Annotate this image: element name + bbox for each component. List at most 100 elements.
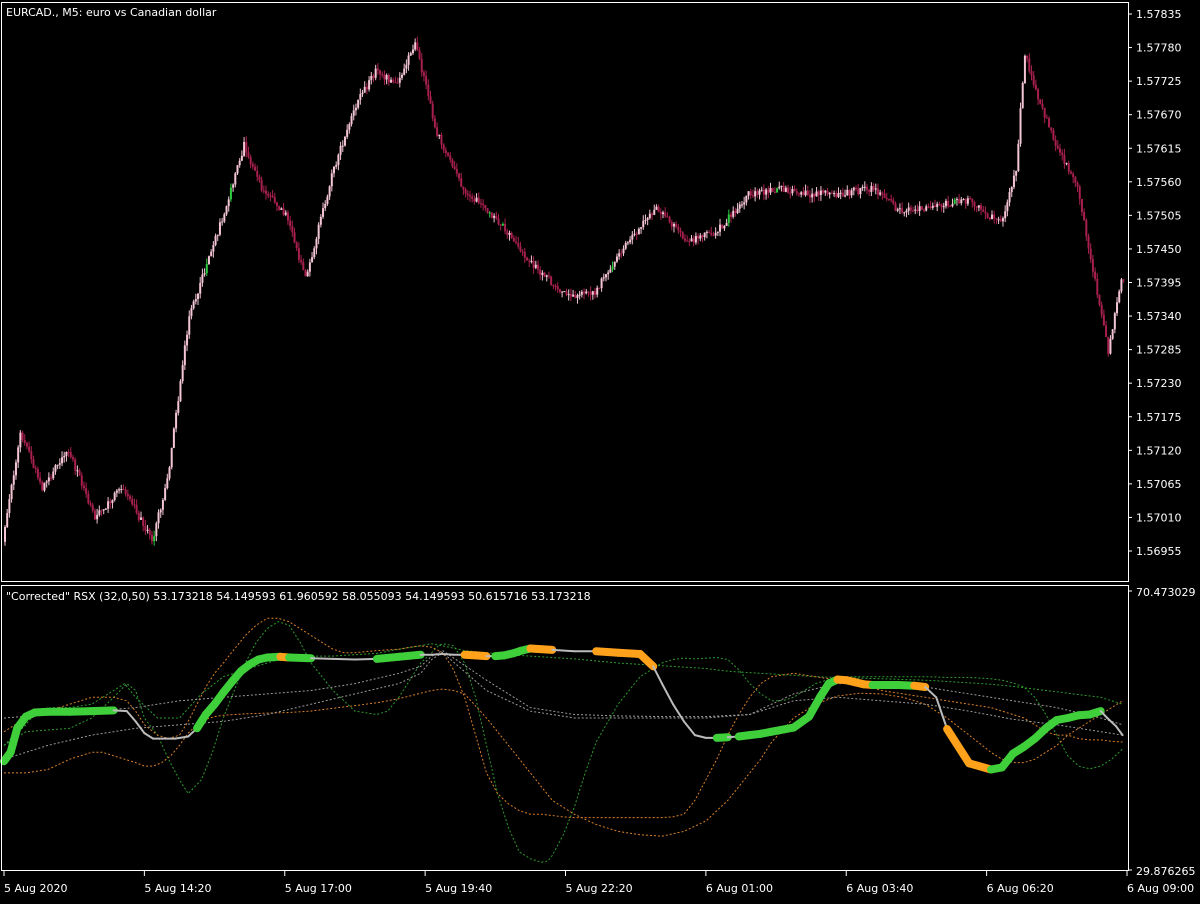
candle-body [466,193,469,196]
rsx-segment [526,644,557,654]
candle-body [1004,211,1007,219]
candle-body [857,188,860,195]
candle-body [19,432,22,448]
candle-body [826,190,829,195]
candle-body [767,189,770,193]
candle-body [96,514,99,520]
candle-body [633,233,636,235]
price-tick-label: 1.57450 [1136,243,1182,256]
candle-body [394,82,397,84]
candle-body [197,293,200,300]
candle-body [479,203,482,205]
candle-body [1100,304,1103,315]
candle-body [177,401,180,413]
candle-body [833,193,836,195]
candle-body [304,270,307,277]
candle-body [352,110,355,116]
candle-body [668,217,671,223]
time-tick-label: 6 Aug 03:40 [846,882,913,895]
candle-body [192,301,195,309]
candle-body [624,242,627,249]
candle-body [1109,338,1112,354]
candle-body [390,79,393,83]
candle-body [973,202,976,207]
candle-body [947,200,950,206]
candle-body [712,234,715,236]
candle-body [490,212,493,218]
candle-body [824,190,827,193]
candle-body [898,208,901,210]
candle-body [868,189,871,192]
price-tick-label: 1.57725 [1136,75,1182,88]
candle-body [962,199,965,201]
candle-body [554,285,557,287]
candle-body [150,534,153,542]
candle-body [1102,314,1105,326]
trading-chart: 1.57835 1.57780 1.57725 1.57670 1.57615 1.575… [0,0,1200,900]
candle-body [848,189,851,196]
candle-body [161,499,164,510]
candle-body [953,199,956,204]
candle-body [716,231,719,233]
candle-body [78,470,81,476]
candle-body [350,115,353,125]
candle-body [1113,313,1116,330]
candle-body [1015,170,1018,176]
candle-body [14,462,17,476]
candle-body [455,168,458,174]
candle-body [330,173,333,187]
candle-body [988,217,991,220]
candle-body [721,224,724,229]
candle-body [61,457,64,464]
candle-body [363,86,366,93]
candle-body [306,271,309,277]
candle-body [113,492,116,501]
candle-body [938,203,941,205]
candle-body [436,127,439,136]
candle-body [730,214,733,217]
candle-body [109,501,112,504]
candle-body [291,226,294,233]
indicator-title: "Corrected" RSX (32,0,50) 53.173218 54.1… [6,590,591,603]
candle-body [697,235,700,239]
candle-body [547,275,550,277]
candle-body [422,72,425,76]
candle-body [1026,55,1029,59]
candle-body [572,294,575,297]
candle-body [1094,271,1097,279]
candle-body [664,212,667,217]
candle-body [462,186,465,190]
candle-body [85,488,88,494]
rsx-segment [332,657,356,661]
candle-body [398,77,401,83]
candle-body [589,292,592,295]
candle-body [418,49,421,59]
candle-body [47,477,50,482]
candle-body [975,206,978,208]
candle-body [429,96,432,104]
candle-body [339,145,342,155]
candle-body [918,206,921,212]
candle-body [808,195,811,198]
candle-body [931,205,934,208]
candle-body [892,200,895,204]
candle-body [181,365,184,382]
candle-body [640,227,643,229]
candle-body [144,525,147,531]
price-tick-label: 1.57010 [1136,511,1182,524]
candle-body [993,214,996,219]
candle-body [251,164,254,167]
candle-body [293,232,296,243]
candle-body [607,272,610,275]
candle-body [484,205,487,209]
candle-body [1001,218,1004,222]
candle-body [56,464,59,466]
candle-body [80,475,83,486]
candle-body [8,499,11,514]
candle-body [368,80,371,90]
candle-body [732,210,735,217]
candle-body [1017,143,1020,171]
candle-body [517,242,520,247]
candle-body [778,186,781,189]
candle-body [370,75,373,81]
